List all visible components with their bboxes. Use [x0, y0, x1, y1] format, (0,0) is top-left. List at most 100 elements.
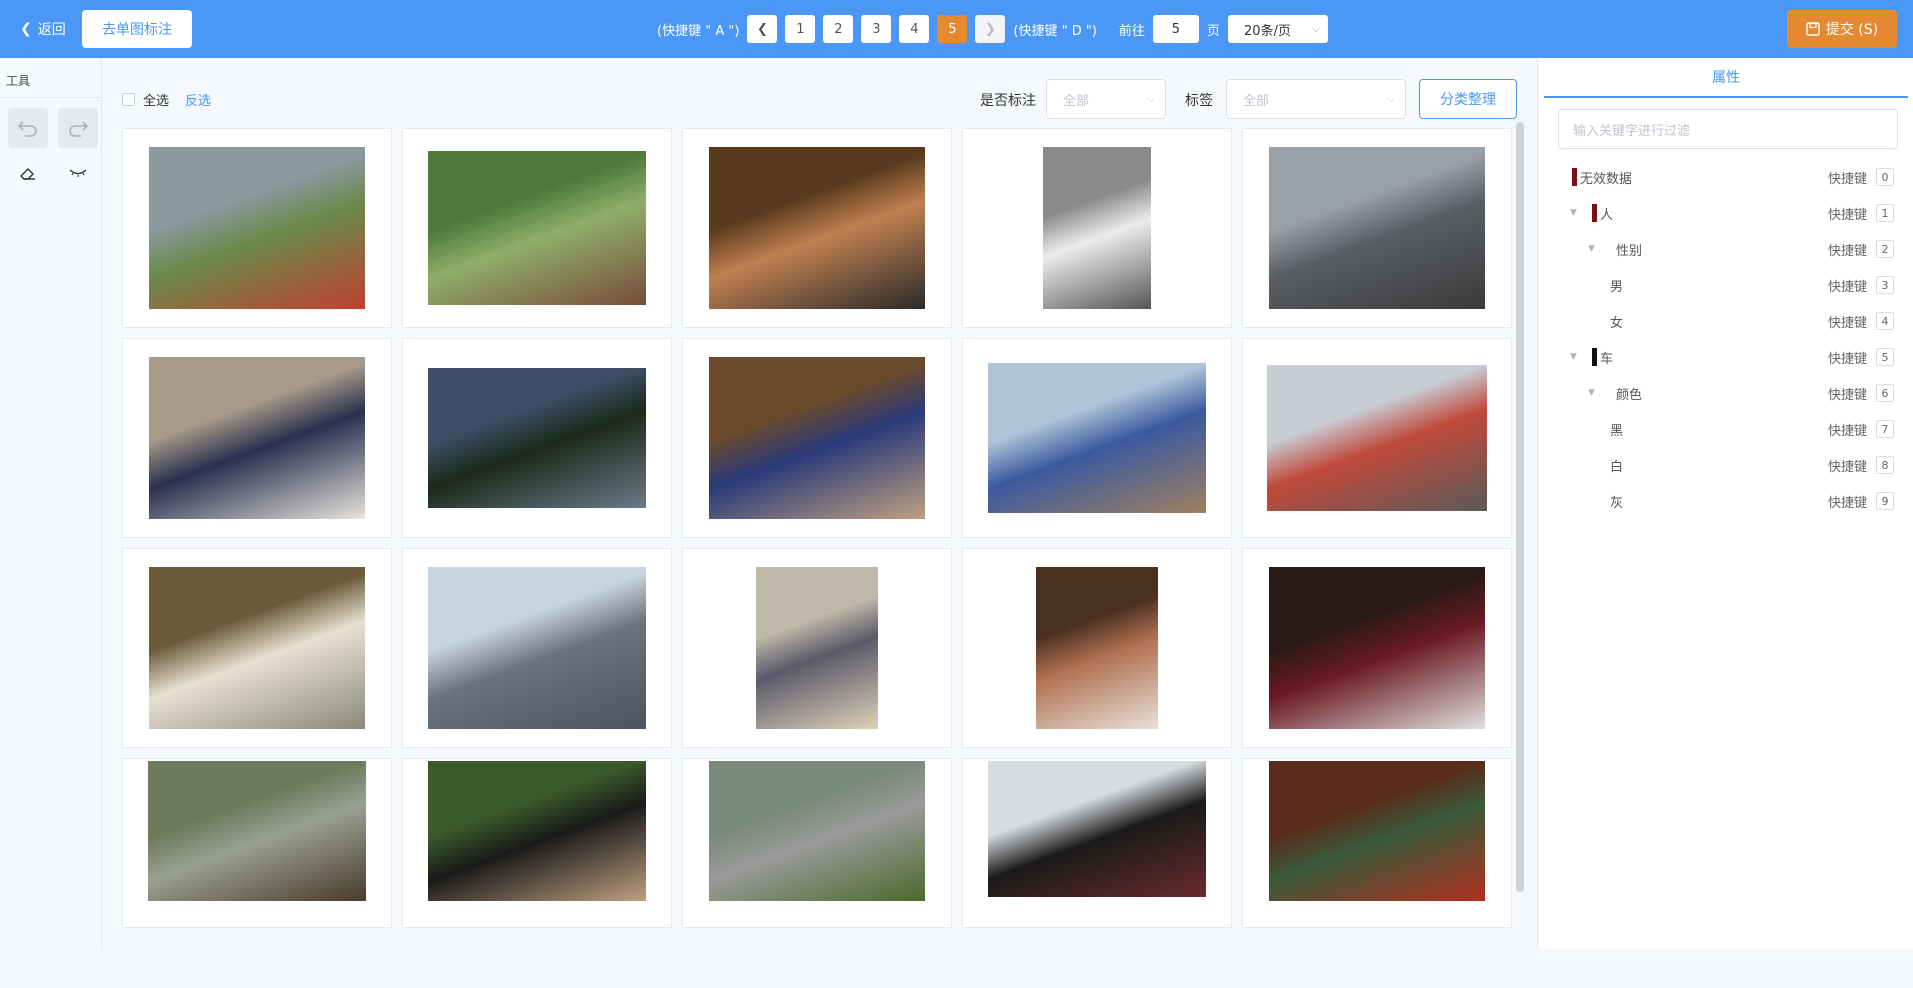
image-card[interactable] — [402, 338, 672, 538]
shortcut-key-badge: 2 — [1876, 240, 1894, 258]
image-card[interactable] — [682, 758, 952, 928]
annotated-filter-select[interactable]: 全部 ⌵ — [1046, 79, 1166, 119]
page-5-button[interactable]: 5 — [937, 15, 968, 43]
shortcut-label: 快捷键 — [1828, 351, 1868, 367]
image-card[interactable] — [682, 548, 952, 748]
shortcut-key-badge: 7 — [1876, 420, 1894, 438]
tab-attributes[interactable]: 属性 — [1544, 58, 1908, 98]
image-card[interactable] — [122, 128, 392, 328]
shortcut-label: 快捷键 — [1828, 315, 1868, 331]
image-card[interactable] — [122, 548, 392, 748]
undo-button[interactable] — [8, 108, 48, 148]
hide-button[interactable] — [58, 160, 98, 186]
attribute-tree-item[interactable]: ▼ 人 快捷键 1 — [1558, 201, 1894, 225]
tag-filter-value: 全部 — [1243, 93, 1270, 109]
select-all-label[interactable]: 全选 — [143, 90, 169, 109]
attribute-tree-item[interactable]: 白 快捷键 8 — [1558, 453, 1894, 477]
main-content: 全选 反选 是否标注 全部 ⌵ 标签 全部 ⌵ 分类整理 — [102, 58, 1536, 949]
page-4-button[interactable]: 4 — [899, 15, 930, 43]
image-card[interactable] — [402, 758, 672, 928]
next-page-button[interactable]: ❯ — [975, 15, 1006, 43]
page-2-button[interactable]: 2 — [823, 15, 854, 43]
attribute-tree-item[interactable]: 黑 快捷键 7 — [1558, 417, 1894, 441]
image-card[interactable] — [1242, 758, 1512, 928]
shortcut-key-badge: 0 — [1876, 168, 1894, 186]
image-grid — [122, 128, 1512, 988]
caret-down-icon[interactable]: ▼ — [1588, 244, 1595, 254]
attribute-label: 女 — [1610, 315, 1624, 331]
image-card[interactable] — [682, 338, 952, 538]
filter-bar: 全选 反选 是否标注 全部 ⌵ 标签 全部 ⌵ 分类整理 — [102, 58, 1536, 122]
caret-down-icon[interactable]: ▼ — [1570, 352, 1577, 362]
attribute-tree-item[interactable]: ▼ 性别 快捷键 2 — [1558, 237, 1894, 261]
shortcut-key-badge: 1 — [1876, 204, 1894, 222]
thumbnail-image — [1269, 147, 1485, 309]
select-all-row: 全选 反选 — [122, 90, 211, 109]
thumbnail-image — [149, 567, 365, 729]
select-all-checkbox[interactable] — [122, 93, 135, 106]
thumbnail-image — [428, 567, 646, 729]
eye-closed-icon — [69, 169, 87, 177]
image-card[interactable] — [1242, 128, 1512, 328]
image-card[interactable] — [402, 128, 672, 328]
thumbnail-image — [149, 147, 365, 309]
attribute-tree-item[interactable]: 女 快捷键 4 — [1558, 309, 1894, 333]
attribute-label: 性别 — [1616, 243, 1643, 259]
thumbnail-image — [148, 761, 366, 901]
image-card[interactable] — [122, 338, 392, 538]
image-card[interactable] — [682, 128, 952, 328]
label-color-swatch — [1592, 204, 1597, 222]
chevron-left-icon: ❮ — [20, 21, 32, 37]
invert-selection-link[interactable]: 反选 — [185, 90, 211, 109]
goto-page-input[interactable]: 5 — [1152, 15, 1199, 43]
attribute-panel: 属性 输入关键字进行过滤 无效数据 快捷键 0 ▼ 人快捷键 1 ▼ 性别 快捷键 2 男快捷键 3 女… — [1537, 58, 1913, 949]
label-color-swatch — [1572, 168, 1577, 186]
thumbnail-image — [709, 761, 925, 901]
shortcut-label: 快捷键 — [1828, 207, 1868, 223]
attribute-tree-item[interactable]: ▼ 车 快捷键 5 — [1558, 345, 1894, 369]
goto-label: 前往 — [1118, 23, 1145, 39]
image-card[interactable] — [122, 758, 392, 928]
chevron-down-icon: ⌵ — [1387, 93, 1395, 105]
image-card[interactable] — [962, 548, 1232, 748]
annotated-filter-label: 是否标注 — [980, 93, 1036, 109]
attribute-tree-item[interactable]: ▼ 颜色 快捷键 6 — [1558, 381, 1894, 405]
thumbnail-image — [1267, 365, 1487, 511]
thumbnail-image — [428, 761, 646, 901]
redo-button[interactable] — [58, 108, 98, 148]
back-button[interactable]: ❮ 返回 — [20, 14, 66, 44]
annotated-filter-value: 全部 — [1063, 93, 1090, 109]
page-size-select[interactable]: 20条/页 ⌵ — [1227, 15, 1328, 43]
submit-button[interactable]: 提交 (S) — [1787, 10, 1897, 48]
attribute-label: 白 — [1610, 459, 1624, 475]
prev-page-button[interactable]: ❮ — [747, 15, 778, 43]
image-card[interactable] — [962, 128, 1232, 328]
caret-down-icon[interactable]: ▼ — [1570, 208, 1577, 218]
grid-scrollbar[interactable] — [1516, 122, 1524, 892]
single-annotate-button[interactable]: 去单图标注 — [82, 10, 192, 48]
image-card[interactable] — [1242, 338, 1512, 538]
shortcut-key-badge: 9 — [1876, 492, 1894, 510]
attribute-tree-item[interactable]: 无效数据 快捷键 0 — [1558, 165, 1894, 189]
image-card[interactable] — [1242, 548, 1512, 748]
chevron-down-icon: ⌵ — [1312, 23, 1320, 35]
attribute-tree-item[interactable]: 男 快捷键 3 — [1558, 273, 1894, 297]
attribute-search-input[interactable]: 输入关键字进行过滤 — [1558, 109, 1898, 149]
shortcut-key-badge: 8 — [1876, 456, 1894, 474]
eraser-icon — [20, 168, 35, 180]
back-label: 返回 — [37, 22, 66, 38]
attribute-label: 车 — [1600, 351, 1614, 367]
attribute-label: 黑 — [1610, 423, 1624, 439]
eraser-button[interactable] — [8, 160, 48, 186]
attribute-tree-item[interactable]: 灰 快捷键 9 — [1558, 489, 1894, 513]
shortcut-label: 快捷键 — [1828, 279, 1868, 295]
page-3-button[interactable]: 3 — [861, 15, 892, 43]
tag-filter-select[interactable]: 全部 ⌵ — [1226, 79, 1406, 119]
classify-button[interactable]: 分类整理 — [1419, 79, 1517, 119]
image-card[interactable] — [962, 758, 1232, 928]
image-card[interactable] — [962, 338, 1232, 538]
image-card[interactable] — [402, 548, 672, 748]
undo-icon — [17, 121, 37, 137]
caret-down-icon[interactable]: ▼ — [1588, 388, 1595, 398]
page-1-button[interactable]: 1 — [785, 15, 816, 43]
